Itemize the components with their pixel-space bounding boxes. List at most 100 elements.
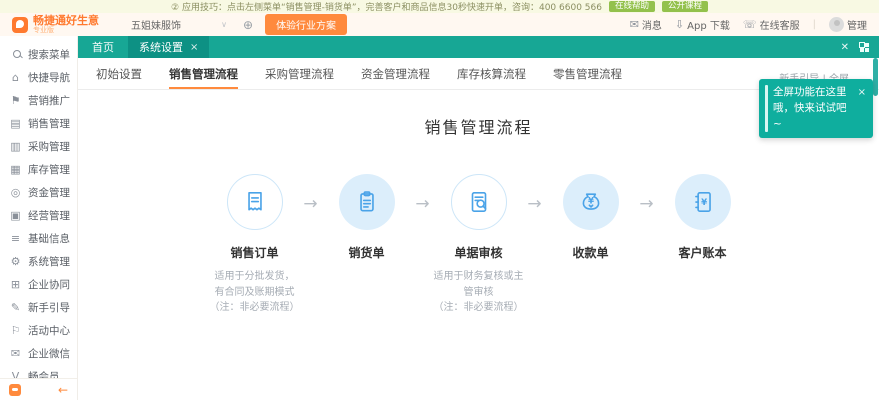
gear-icon: ⚙ <box>9 255 22 268</box>
sidebar-item-member[interactable]: V畅会员 <box>0 365 77 378</box>
flow-step-sales-invoice: 销货单 <box>319 174 415 261</box>
notice-text: ② 应用技巧：点击左侧菜单“销售管理-销货单”，完善客户和商品信息30秒快速开单… <box>171 0 602 13</box>
flow-arrow-icon: → <box>639 194 655 214</box>
tooltip-text: 全屏功能在这里哦，快来试试吧~ <box>773 85 851 132</box>
help-online-button[interactable]: 在线帮助 <box>609 1 655 12</box>
report-chart-icon: ▣ <box>9 209 22 222</box>
logo-name: 畅捷通好生意 <box>33 15 99 26</box>
subtab-retail-process[interactable]: 零售管理流程 <box>553 58 622 89</box>
step-note: 适用于分批发货， 有合同及账期模式 （注：非必要流程） <box>210 269 300 316</box>
avatar <box>829 17 844 32</box>
flow-arrow-icon: → <box>415 194 431 214</box>
flow-step-audit: 单据审核 适用于财务复核或主 管审核 （注：非必要流程） <box>431 174 527 316</box>
funds-coin-icon: ◎ <box>9 186 22 199</box>
member-icon: V <box>9 370 22 378</box>
app-logo: 畅捷通好生意 专业版 <box>12 15 99 34</box>
subtab-initial-settings[interactable]: 初始设置 <box>96 58 142 89</box>
subtab-purchase-process[interactable]: 采购管理流程 <box>265 58 334 89</box>
sidebar-item-activity-center[interactable]: ⚐活动中心 <box>0 319 77 342</box>
svg-text:¥: ¥ <box>701 198 707 208</box>
search-icon <box>9 48 22 61</box>
scrollbar-thumb[interactable] <box>873 58 878 96</box>
sidebar-item-purchase[interactable]: ▥采购管理 <box>0 135 77 158</box>
headset-icon: ☏ <box>743 18 757 31</box>
collapse-sidebar-icon[interactable]: ← <box>58 383 68 397</box>
sidebar-item-sales[interactable]: ▤销售管理 <box>0 112 77 135</box>
flow-step-customer-ledger: ¥ 客户账本 <box>655 174 751 261</box>
assistant-icon[interactable] <box>9 384 21 396</box>
sidebar: 搜索菜单 ⌂快捷导航 ⚑营销推广 ▤销售管理 ▥采购管理 ▦库存管理 ◎资金管理… <box>0 36 78 400</box>
sidebar-item-quick-nav[interactable]: ⌂快捷导航 <box>0 66 77 89</box>
close-tab-icon[interactable]: × <box>190 42 198 53</box>
user-menu[interactable]: 管理 <box>829 17 867 32</box>
sidebar-item-collaboration[interactable]: ⊞企业协同 <box>0 273 77 296</box>
sidebar-footer: ← <box>0 378 77 400</box>
settings-content: 初始设置 销售管理流程 采购管理流程 资金管理流程 库存核算流程 零售管理流程 … <box>78 58 879 400</box>
company-select-value: 五姐妹服饰 <box>131 17 181 32</box>
payment-pouch-icon: ¥ <box>578 189 604 215</box>
header-bar: 畅捷通好生意 专业版 五姐妹服饰 ∨ ⊕ 体验行业方案 ✉ 消息 ⇩ App 下… <box>0 13 879 36</box>
flow-step-sales-order: 销售订单 适用于分批发货， 有合同及账期模式 （注：非必要流程） <box>207 174 303 316</box>
try-industry-solution-button[interactable]: 体验行业方案 <box>265 14 347 35</box>
flow-arrow-icon: → <box>303 194 319 214</box>
tab-system-settings[interactable]: 系统设置 × <box>128 36 209 58</box>
sales-flow-diagram: 销售订单 适用于分批发货， 有合同及账期模式 （注：非必要流程） → <box>78 174 879 316</box>
subtab-inventory-process[interactable]: 库存核算流程 <box>457 58 526 89</box>
online-service-link[interactable]: ☏ 在线客服 <box>743 17 800 32</box>
audit-search-icon <box>466 189 492 215</box>
sales-doc-icon: ▤ <box>9 117 22 130</box>
notice-bar: ② 应用技巧：点击左侧菜单“销售管理-销货单”，完善客户和商品信息30秒快速开单… <box>0 0 879 13</box>
sidebar-item-funds[interactable]: ◎资金管理 <box>0 181 77 204</box>
chevron-down-icon: ∨ <box>221 20 227 29</box>
messages-link[interactable]: ✉ 消息 <box>630 17 662 32</box>
open-course-button[interactable]: 公开课程 <box>662 1 708 12</box>
workspace-tab-bar: 首页 系统设置 × ✕ <box>78 36 879 58</box>
tab-home[interactable]: 首页 <box>78 39 128 55</box>
flow-step-receipt: ¥ 收款单 <box>543 174 639 261</box>
envelope-icon: ✉ <box>9 347 22 360</box>
audit-circle <box>451 174 507 230</box>
close-tooltip-icon[interactable]: × <box>858 85 866 132</box>
sidebar-item-beginner-guide[interactable]: ✎新手引导 <box>0 296 77 319</box>
user-label: 管理 <box>847 17 867 32</box>
sidebar-item-wecom[interactable]: ✉企业微信 <box>0 342 77 365</box>
fullscreen-tooltip: 全屏功能在这里哦，快来试试吧~ × <box>759 79 873 138</box>
main-area: 首页 系统设置 × ✕ 初始设置 销售管理流程 采购管理流程 资金管理流程 库存… <box>78 36 879 400</box>
info-icon: ② <box>171 3 179 13</box>
order-receipt-icon <box>242 189 268 215</box>
globe-icon[interactable]: ⊕ <box>243 18 253 32</box>
download-icon: ⇩ <box>675 18 684 31</box>
activity-flag-icon: ⚐ <box>9 324 22 337</box>
tooltip-accent-bar <box>765 85 768 132</box>
app-download-link[interactable]: ⇩ App 下载 <box>675 17 730 32</box>
pencil-guide-icon: ✎ <box>9 301 22 314</box>
collaboration-icon: ⊞ <box>9 278 22 291</box>
home-icon: ⌂ <box>9 71 22 84</box>
tile-view-icon[interactable] <box>859 42 869 52</box>
sidebar-item-system[interactable]: ⚙系统管理 <box>0 250 77 273</box>
sidebar-item-marketing[interactable]: ⚑营销推广 <box>0 89 77 112</box>
receipt-circle: ¥ <box>563 174 619 230</box>
sidebar-item-base-info[interactable]: ≡基础信息 <box>0 227 77 250</box>
divider: | <box>813 19 816 30</box>
sales-invoice-circle <box>339 174 395 230</box>
subtab-funds-process[interactable]: 资金管理流程 <box>361 58 430 89</box>
sidebar-item-inventory[interactable]: ▦库存管理 <box>0 158 77 181</box>
sales-order-circle <box>227 174 283 230</box>
purchase-icon: ▥ <box>9 140 22 153</box>
company-select[interactable]: 五姐妹服饰 ∨ <box>131 17 227 32</box>
close-all-tabs-icon[interactable]: ✕ <box>841 42 849 53</box>
logo-edition: 专业版 <box>33 27 99 34</box>
sidebar-item-operation[interactable]: ▣经营管理 <box>0 204 77 227</box>
flow-arrow-icon: → <box>527 194 543 214</box>
customer-ledger-icon: ¥ <box>690 189 716 215</box>
step-note: 适用于财务复核或主 管审核 （注：非必要流程） <box>434 269 524 316</box>
message-icon: ✉ <box>630 18 639 31</box>
clipboard-icon <box>354 189 380 215</box>
customer-ledger-circle: ¥ <box>675 174 731 230</box>
base-info-icon: ≡ <box>9 232 22 245</box>
inventory-box-icon: ▦ <box>9 163 22 176</box>
subtab-sales-process[interactable]: 销售管理流程 <box>169 58 238 89</box>
sidebar-item-search-menu[interactable]: 搜索菜单 <box>0 43 77 66</box>
vertical-scrollbar[interactable] <box>873 58 878 400</box>
